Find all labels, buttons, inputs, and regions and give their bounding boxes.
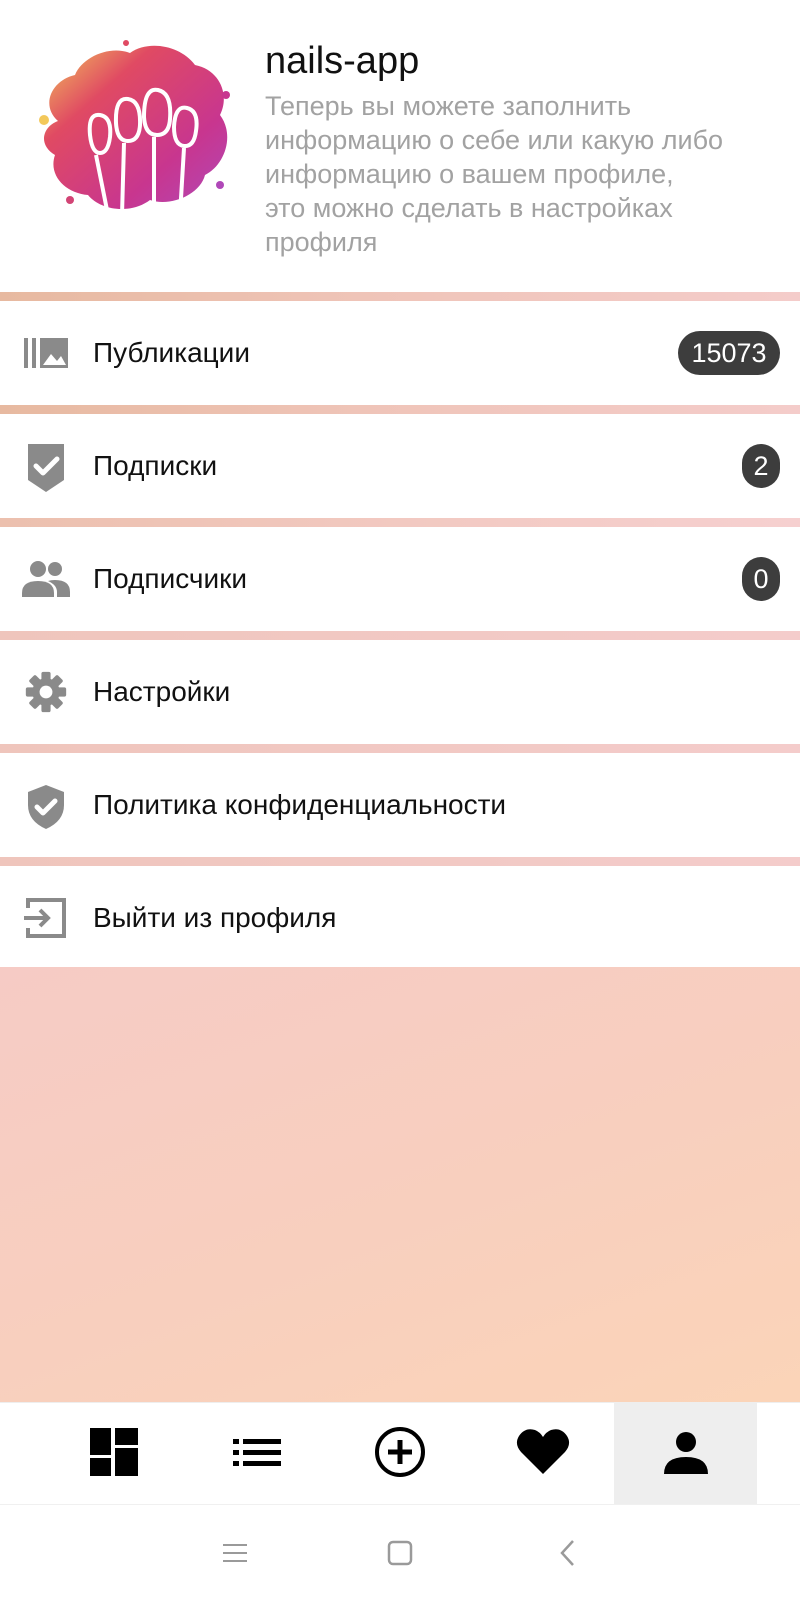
menu-item-privacy-policy[interactable]: Политика конфиденциальности [0,753,800,857]
gear-icon [22,670,70,714]
gallery-icon [22,331,70,375]
empty-content-area [0,967,800,1402]
check-badge-icon [22,444,70,492]
nav-add-button[interactable] [328,1403,471,1505]
menu-item-publications[interactable]: Публикации 15073 [0,301,800,405]
menu-item-label: Политика конфиденциальности [93,789,507,820]
divider [0,857,800,866]
nav-list-button[interactable] [185,1403,328,1505]
publications-count-badge: 15073 [678,331,780,375]
logout-icon [22,896,70,940]
list-icon [232,1428,281,1481]
divider [0,405,800,414]
divider [0,631,800,640]
bottom-navigation [0,1402,800,1505]
divider [0,518,800,527]
profile-header: nails-app Теперь вы можете заполнить инф… [0,0,800,292]
heart-icon [516,1428,570,1481]
profile-menu: Публикации 15073 Подписки 2 Подписчики 0 [0,292,800,970]
nails-splash-logo [30,35,235,220]
person-icon [663,1430,708,1479]
home-square-icon[interactable] [380,1533,420,1573]
menu-item-label: Настройки [93,676,231,707]
subscriptions-count-badge: 2 [742,444,780,488]
back-chevron-icon[interactable] [548,1533,588,1573]
menu-icon[interactable] [215,1533,255,1573]
menu-item-settings[interactable]: Настройки [0,640,800,744]
people-icon [22,557,70,601]
menu-item-subscriptions[interactable]: Подписки 2 [0,414,800,518]
menu-item-label: Выйти из профиля [93,902,337,933]
nav-favorites-button[interactable] [471,1403,614,1505]
app-name: nails-app [265,40,420,82]
menu-item-label: Публикации [93,337,250,368]
divider [0,744,800,753]
menu-item-logout[interactable]: Выйти из профиля [0,866,800,970]
shield-check-icon [22,783,70,829]
menu-item-subscribers[interactable]: Подписчики 0 [0,527,800,631]
nav-dashboard-button[interactable] [42,1403,185,1505]
profile-description: Теперь вы можете заполнить информацию о … [265,91,724,257]
nav-profile-button[interactable] [614,1403,757,1505]
system-navigation-bar [0,1504,800,1601]
add-circle-icon [374,1426,426,1483]
divider [0,292,800,301]
menu-item-label: Подписки [93,450,218,481]
menu-item-label: Подписчики [93,563,248,594]
dashboard-icon [89,1427,138,1481]
subscribers-count-badge: 0 [742,557,780,601]
